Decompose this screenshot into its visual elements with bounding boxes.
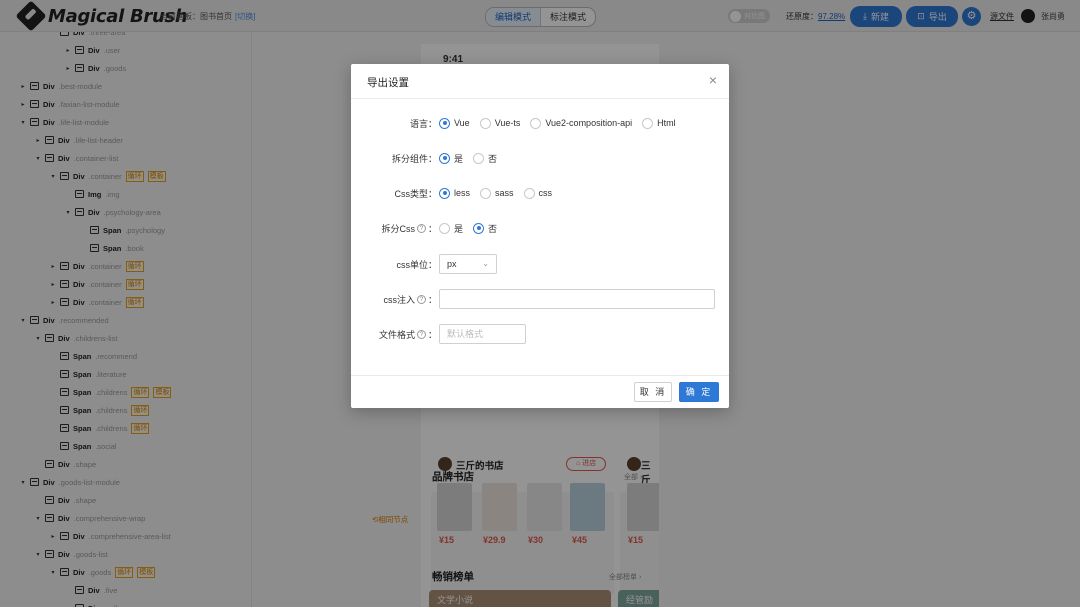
option-label: 是 xyxy=(454,153,464,164)
confirm-button[interactable]: 确 定 xyxy=(679,382,719,402)
file-format-row: 文件格式?： 默认格式 xyxy=(351,324,729,344)
option-label: Vue xyxy=(454,118,470,128)
option-label: less xyxy=(454,188,471,198)
help-icon[interactable]: ? xyxy=(416,330,426,339)
language-radio-group: Vue Vue-ts Vue2-composition-api Html xyxy=(439,113,686,133)
option-label: 否 xyxy=(488,153,498,164)
colon: ： xyxy=(427,330,437,340)
split-component-label: 拆分组件： xyxy=(391,154,437,164)
css-inject-label: css注入?： xyxy=(383,293,437,306)
option-label: Vue2-composition-api xyxy=(545,118,633,128)
option-label: Html xyxy=(657,118,676,128)
radio-icon xyxy=(530,117,542,129)
radio-checked-icon xyxy=(439,187,450,199)
split-component-radio-group: 是 否 xyxy=(439,148,507,168)
option-label: 是 xyxy=(454,223,464,234)
css-type-css[interactable]: css xyxy=(523,187,553,199)
language-option-html[interactable]: Html xyxy=(642,117,676,129)
dialog-title: 导出设置 xyxy=(367,77,409,89)
split-component-yes[interactable]: 是 xyxy=(439,152,463,165)
radio-icon xyxy=(473,152,485,164)
file-format-control: 默认格式 xyxy=(439,324,526,344)
language-label: 语言： xyxy=(409,119,437,129)
css-unit-value: px xyxy=(447,259,457,269)
radio-checked-icon xyxy=(439,152,450,164)
export-settings-dialog: 导出设置 × 语言： Vue Vue-ts Vue2-composition-a… xyxy=(351,64,729,408)
option-label: 否 xyxy=(488,223,498,234)
split-css-row: 拆分Css?： 是 否 xyxy=(351,218,729,238)
css-type-label: Css类型： xyxy=(394,189,438,199)
option-label: css xyxy=(538,188,553,198)
colon: ： xyxy=(427,224,437,234)
radio-icon xyxy=(480,187,492,199)
language-option-vue2-composition[interactable]: Vue2-composition-api xyxy=(530,117,633,129)
language-option-vue-ts[interactable]: Vue-ts xyxy=(479,117,521,129)
language-option-vue[interactable]: Vue xyxy=(439,117,470,129)
divider xyxy=(351,98,729,99)
file-format-label: 文件格式?： xyxy=(379,328,437,341)
help-icon[interactable]: ? xyxy=(416,295,426,304)
split-css-no[interactable]: 否 xyxy=(473,222,497,235)
radio-checked-icon xyxy=(473,222,485,234)
chevron-down-icon: ⌄ xyxy=(482,259,489,268)
css-unit-select[interactable]: px ⌄ xyxy=(439,254,497,274)
colon: ： xyxy=(427,295,437,305)
split-css-label: 拆分Css?： xyxy=(381,222,437,235)
language-row: 语言： Vue Vue-ts Vue2-composition-api Html xyxy=(351,113,729,133)
file-format-text: 文件格式 xyxy=(378,330,415,340)
radio-icon xyxy=(439,222,450,234)
split-css-radio-group: 是 否 xyxy=(439,218,507,238)
option-label: sass xyxy=(495,188,514,198)
file-format-input[interactable]: 默认格式 xyxy=(439,324,526,344)
css-type-less[interactable]: less xyxy=(439,187,471,199)
option-label: Vue-ts xyxy=(494,118,521,128)
css-inject-input[interactable] xyxy=(439,289,715,309)
close-icon[interactable]: × xyxy=(709,72,717,88)
radio-icon xyxy=(523,187,535,199)
css-inject-control xyxy=(439,289,715,309)
css-type-row: Css类型： less sass css xyxy=(351,183,729,203)
split-component-no[interactable]: 否 xyxy=(473,152,497,165)
help-icon[interactable]: ? xyxy=(416,224,426,233)
css-type-sass[interactable]: sass xyxy=(480,187,514,199)
css-type-radio-group: less sass css xyxy=(439,183,562,203)
css-inject-row: css注入?： xyxy=(351,289,729,309)
css-unit-row: css单位： px ⌄ xyxy=(351,254,729,274)
css-unit-control: px ⌄ xyxy=(439,254,497,274)
radio-icon xyxy=(479,117,491,129)
divider xyxy=(351,375,729,376)
split-component-row: 拆分组件： 是 否 xyxy=(351,148,729,168)
radio-checked-icon xyxy=(439,117,450,129)
css-unit-label: css单位： xyxy=(396,260,437,270)
radio-icon xyxy=(642,117,654,129)
cancel-button[interactable]: 取 消 xyxy=(634,382,672,402)
split-css-yes[interactable]: 是 xyxy=(439,222,463,235)
split-css-text: 拆分Css xyxy=(381,224,415,234)
css-inject-text: css注入 xyxy=(383,295,415,305)
